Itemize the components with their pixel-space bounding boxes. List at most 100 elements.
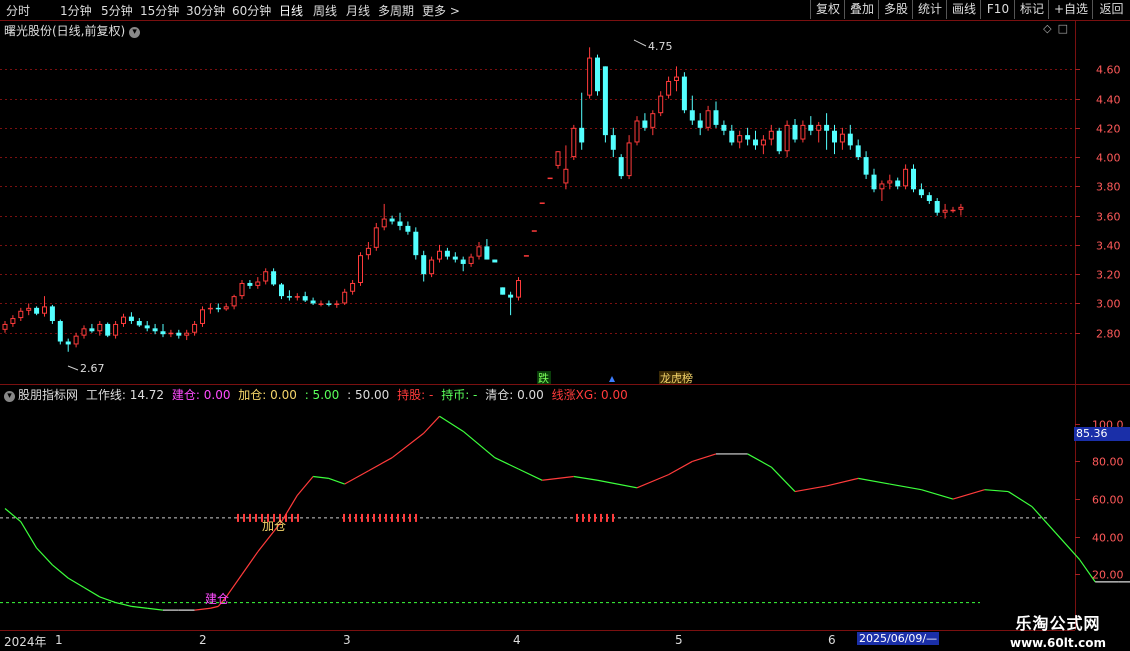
candle-body [618, 157, 624, 177]
indicator-segment [668, 460, 693, 476]
candle-body [476, 246, 482, 257]
price-tick-label: 2.80 [1096, 328, 1121, 341]
signal-tick [237, 513, 239, 522]
candle-body [358, 255, 363, 283]
indicator-axis: 100.080.0060.0040.0020.00 [1075, 419, 1124, 582]
candle-body [334, 303, 340, 305]
svg-text:龙虎榜: 龙虎榜 [660, 371, 693, 385]
indicator-xg: 线涨XG: 0.00 [551, 388, 628, 402]
signal-tick [349, 513, 351, 522]
candle-body [650, 113, 656, 128]
tag-longhu[interactable]: 龙虎榜 [659, 371, 693, 385]
indicator-segment [692, 453, 717, 463]
candle-body [57, 321, 63, 342]
candle-body [824, 124, 830, 131]
candle-body [302, 296, 308, 301]
candle-body [2, 323, 8, 330]
indicator-fifty: : 50.00 [347, 388, 390, 402]
candle-body [903, 168, 909, 187]
indicator-segment [636, 474, 669, 489]
indicator-coin: 持币: - [441, 388, 478, 402]
kline-chart[interactable]: 4.60 4.40 4.20 4.00 3.80 3.60 3.40 3.20 3.00 2.80… [0, 0, 1130, 650]
candle-body [26, 307, 32, 311]
indicator-segment [494, 457, 519, 470]
panel-icons: ◇ □ [1037, 22, 1068, 35]
low-marker: 2.67 [67, 362, 105, 375]
candle-body [484, 246, 490, 260]
candle-body [160, 331, 166, 335]
indicator-segment [147, 607, 164, 611]
candle-body [768, 130, 774, 140]
indicator-grid [0, 517, 1048, 604]
price-tick-label: 3.40 [1096, 240, 1121, 253]
low-label: 2.67 [80, 362, 105, 375]
price-tick-label: 3.00 [1096, 298, 1121, 311]
candle-body [365, 247, 371, 256]
square-icon[interactable]: □ [1058, 22, 1068, 35]
signal-tick [415, 513, 417, 522]
candle-body [89, 328, 95, 332]
date-label-6: 6 [828, 633, 836, 647]
candle-body [958, 206, 964, 210]
signal-tick [612, 513, 614, 522]
watermark: 乐淘公式网 www.60lt.com [986, 608, 1130, 650]
candle-body [500, 287, 506, 295]
candle-body [847, 133, 853, 146]
candle-body [168, 332, 174, 335]
date-label-5: 5 [675, 633, 683, 647]
annot-build: 建仓 [205, 592, 229, 606]
candle-body [200, 309, 205, 324]
candle-body [294, 296, 300, 298]
candle-body [128, 316, 134, 322]
candle-body [271, 271, 277, 285]
candle-body [816, 124, 822, 131]
watermark-url: www.60lt.com [1009, 636, 1107, 650]
indicator-segment [889, 483, 922, 491]
indicator-segment [368, 457, 393, 472]
candle-body [152, 328, 158, 332]
signal-tick [606, 513, 608, 522]
signal-tick [343, 513, 345, 522]
candle-body [279, 284, 284, 297]
candle-body [863, 157, 869, 175]
candle-body [895, 180, 901, 187]
date-label-4: 4 [513, 633, 521, 647]
diamond-icon[interactable]: ◇ [1043, 22, 1051, 35]
date-label-1: 1 [55, 633, 63, 647]
candle-body [610, 135, 616, 150]
candle-body [255, 281, 261, 286]
date-label-3: 3 [343, 633, 351, 647]
chevron-down-icon[interactable]: ▾ [129, 27, 141, 38]
indicator-segment [984, 489, 1009, 493]
candle-body [855, 145, 861, 158]
indicator-segment [194, 607, 211, 611]
indicator-segment [83, 587, 101, 598]
indicator-segment [328, 477, 345, 485]
tag-die[interactable]: 跌 [537, 371, 551, 385]
indicator-segment [391, 432, 425, 459]
candle-body [800, 124, 806, 140]
price-tick-label: 4.40 [1096, 94, 1121, 107]
indicator-segment [439, 415, 464, 432]
candle-body [705, 110, 711, 128]
candle-body [81, 328, 87, 336]
indicator-segment [313, 475, 329, 479]
candle-body [792, 124, 798, 140]
candle-body [942, 209, 948, 213]
candle-body [207, 307, 213, 310]
candle-body [223, 306, 229, 310]
candle-body [286, 296, 292, 298]
chevron-down-icon[interactable]: ▾ [4, 391, 15, 402]
indicator-five: : 5.00 [304, 388, 340, 402]
candle-body [492, 259, 498, 263]
candle-body [555, 151, 561, 166]
indicator-hold: 持股: - [397, 388, 434, 402]
signal-tick [291, 513, 293, 522]
indicator-segment [462, 430, 496, 459]
date-cursor: 2025/06/09/— [857, 632, 940, 645]
candle-body [215, 307, 221, 310]
candle-body [508, 294, 514, 298]
candle-body [397, 221, 403, 226]
candle-body [911, 168, 916, 190]
date-axis: 2024年 1 2 3 4 5 6 2025/06/09/— [0, 630, 1075, 651]
